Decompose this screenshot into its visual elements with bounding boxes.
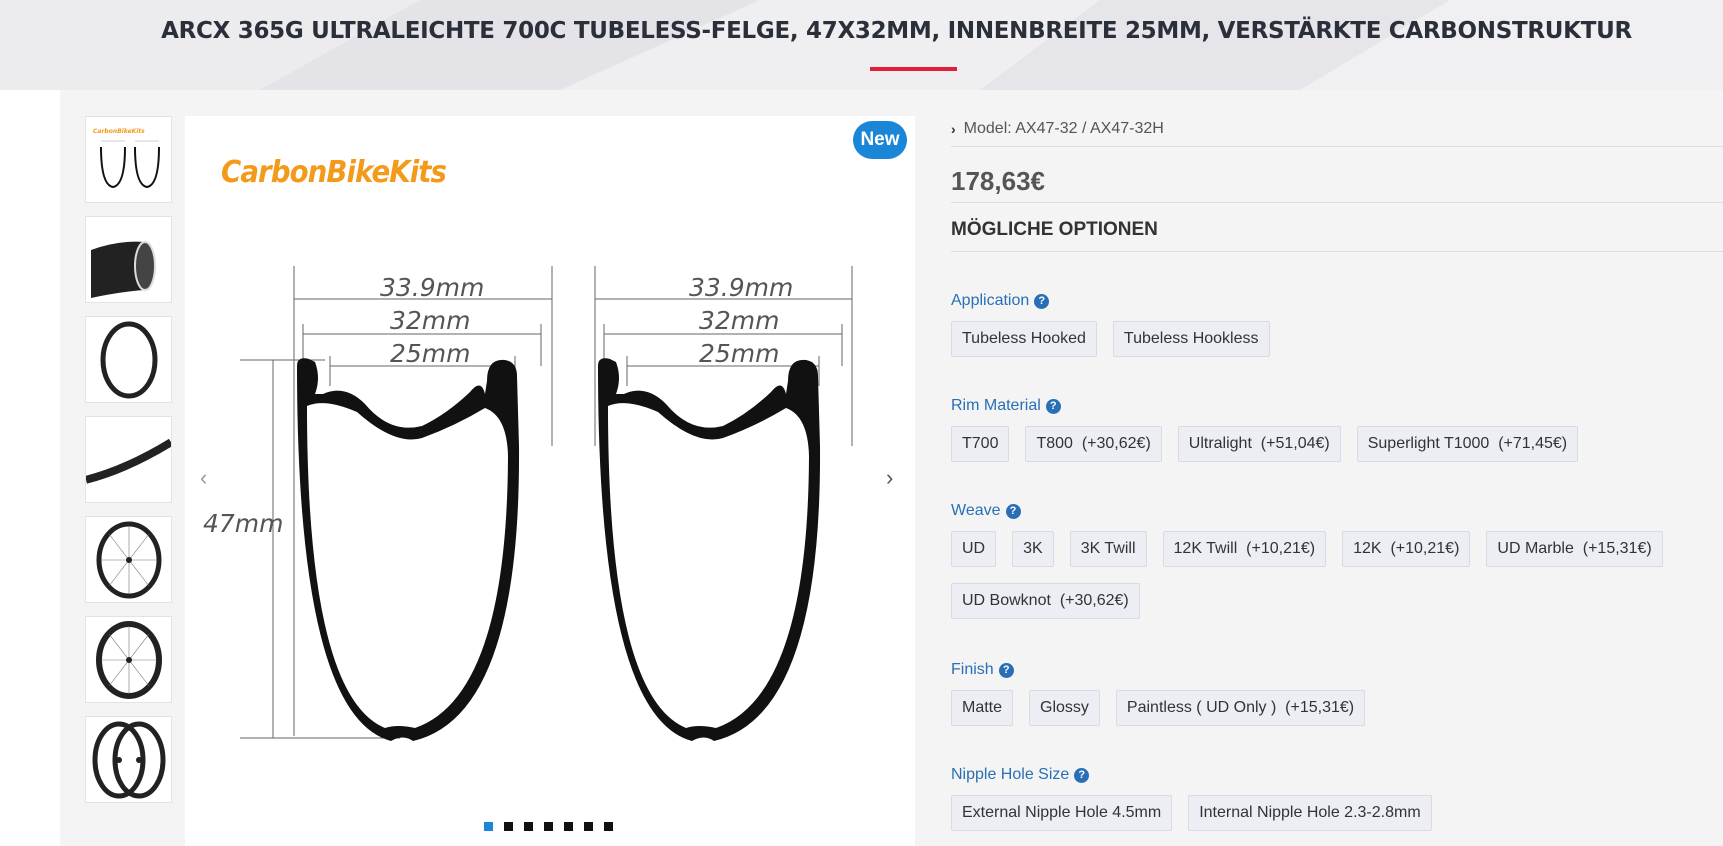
option-button[interactable]: External Nipple Hole 4.5mm [951, 795, 1173, 831]
new-badge: New [853, 121, 907, 159]
pagination-dot[interactable] [544, 822, 553, 831]
option-group-title: Weave [951, 502, 1001, 519]
svg-text:CarbonBikeKits: CarbonBikeKits [93, 128, 145, 135]
pagination-dot[interactable] [484, 822, 493, 831]
model-line: › Model: AX47-32 / AX47-32H [951, 116, 1723, 142]
page-header-banner: ARCX 365G ULTRALEICHTE 700C TUBELESS-FEL… [0, 0, 1723, 90]
help-icon[interactable]: ? [1045, 398, 1061, 414]
banner-background [0, 0, 1723, 90]
option-group-label: Weave? [951, 500, 1691, 522]
option-button[interactable]: Paintless ( UD Only ) (+15,31€) [1115, 690, 1366, 726]
option-list: Tubeless Hooked Tubeless Hookless [951, 321, 1691, 357]
pagination-dot[interactable] [504, 822, 513, 831]
main-product-image: 33.9mm 32mm 25mm 47mm 33.9mm 32mm 25mm [185, 116, 915, 846]
option-group-label: Rim Material? [951, 395, 1691, 417]
help-icon[interactable]: ? [1005, 503, 1021, 519]
option-group-title: Application [951, 292, 1030, 309]
option-group-finish: Finish? Matte Glossy Paintless ( UD Only ) … [951, 659, 1691, 726]
option-group-rim-material: Rim Material? T700 T800 (+30,62€) Ultraligh… [951, 395, 1691, 462]
pagination-dot[interactable] [584, 822, 593, 831]
divider [951, 251, 1723, 252]
option-button[interactable]: T800 (+30,62€) [1025, 426, 1162, 462]
option-button[interactable]: Tubeless Hooked [951, 321, 1097, 357]
divider [951, 146, 1723, 147]
option-button[interactable]: Matte [951, 690, 1014, 726]
option-group-weave: Weave? UD 3K 3K Twill 12K Twill (+10,21€) 12K… [951, 500, 1691, 619]
options-heading: MÖGLICHE OPTIONEN [951, 219, 1158, 240]
product-info-panel: › Model: AX47-32 / AX47-32H 178,63€ MÖGL… [951, 116, 1723, 252]
prev-arrow-icon[interactable]: ‹ [200, 465, 207, 491]
model-label: Model: AX47-32 / AX47-32H [963, 120, 1164, 137]
thumbnail-7[interactable] [85, 716, 172, 803]
option-button[interactable]: Internal Nipple Hole 2.3-2.8mm [1188, 795, 1432, 831]
help-icon[interactable]: ? [998, 662, 1014, 678]
pagination-dot[interactable] [564, 822, 573, 831]
option-button[interactable]: 12K Twill (+10,21€) [1162, 531, 1327, 567]
dim-outer-right: 33.9mm [689, 273, 793, 302]
option-button[interactable]: 3K [1012, 531, 1054, 567]
dim-inner-left: 25mm [390, 339, 471, 368]
option-list: Matte Glossy Paintless ( UD Only ) (+15,31… [951, 690, 1691, 726]
title-underline [870, 67, 957, 71]
product-title: ARCX 365G ULTRALEICHTE 700C TUBELESS-FEL… [161, 18, 1632, 44]
option-group-title: Nipple Hole Size [951, 766, 1070, 783]
dim-inner-right: 25mm [699, 339, 780, 368]
option-button[interactable]: UD [951, 531, 997, 567]
rim-profile-diagram: 33.9mm 32mm 25mm 47mm 33.9mm 32mm 25mm [203, 266, 853, 741]
thumbnail-6[interactable] [85, 616, 172, 703]
option-group-label: Nipple Hole Size? [951, 764, 1691, 786]
option-button[interactable]: 3K Twill [1069, 531, 1147, 567]
option-group-nipple-hole-size: Nipple Hole Size? External Nipple Hole 4.… [951, 764, 1691, 831]
option-button[interactable]: UD Marble (+15,31€) [1486, 531, 1663, 567]
thumbnail-3[interactable] [85, 316, 172, 403]
next-arrow-icon[interactable]: › [886, 465, 893, 491]
thumbnail-list: CarbonBikeKits [85, 116, 172, 816]
option-group-application: Application? Tubeless Hooked Tubeless Hook… [951, 290, 1691, 357]
option-button[interactable]: UD Bowknot (+30,62€) [951, 583, 1140, 619]
product-price: 178,63€ [951, 166, 1045, 196]
help-icon[interactable]: ? [1034, 293, 1050, 309]
option-group-title: Finish [951, 661, 994, 678]
brand-logo: CarbonBikeKits [221, 155, 447, 190]
option-list: T700 T800 (+30,62€) Ultralight (+51,04€) Su… [951, 426, 1691, 462]
dim-outer-left: 33.9mm [380, 273, 484, 302]
pagination-dot[interactable] [524, 822, 533, 831]
dim-32-left: 32mm [390, 306, 471, 335]
option-button[interactable]: 12K (+10,21€) [1342, 531, 1471, 567]
option-button[interactable]: T700 [951, 426, 1010, 462]
dim-height: 47mm [203, 509, 284, 538]
option-list: External Nipple Hole 4.5mm Internal Nippl… [951, 795, 1691, 831]
help-icon[interactable]: ? [1074, 767, 1090, 783]
pagination-dot[interactable] [604, 822, 613, 831]
option-button[interactable]: Superlight T1000 (+71,45€) [1356, 426, 1579, 462]
thumbnail-1[interactable]: CarbonBikeKits [85, 116, 172, 203]
thumbnail-4[interactable] [85, 416, 172, 503]
thumbnail-2[interactable] [85, 216, 172, 303]
option-group-label: Application? [951, 290, 1691, 312]
option-group-title: Rim Material [951, 397, 1041, 414]
left-margin [0, 90, 60, 846]
option-list: UD 3K 3K Twill 12K Twill (+10,21€) 12K (+10,… [951, 531, 1691, 619]
option-button[interactable]: Tubeless Hookless [1112, 321, 1270, 357]
chevron-right-icon: › [951, 121, 956, 137]
option-button[interactable]: Glossy [1029, 690, 1100, 726]
dim-32-right: 32mm [699, 306, 780, 335]
thumbnail-5[interactable] [85, 516, 172, 603]
gallery-pagination [484, 822, 613, 831]
divider [951, 202, 1723, 203]
option-group-label: Finish? [951, 659, 1691, 681]
option-button[interactable]: Ultralight (+51,04€) [1177, 426, 1341, 462]
